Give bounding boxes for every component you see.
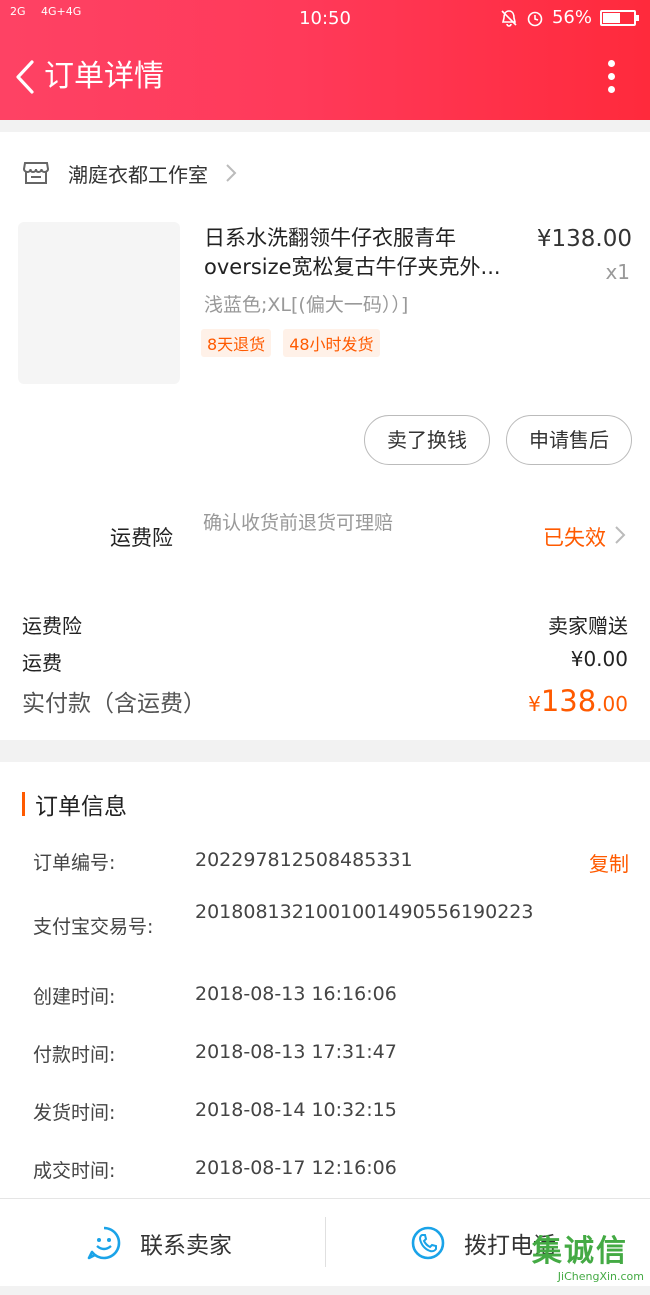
order-item-card: 潮庭衣都工作室 日系水洗翻领牛仔衣服青年oversize宽松复古牛仔夹克外...… bbox=[0, 132, 650, 740]
navbar: 订单详情 bbox=[0, 48, 650, 106]
service-tags: 8天退货 48小时发货 bbox=[201, 329, 380, 357]
info-row-completed: 成交时间: 2018-08-17 12:16:06 bbox=[33, 1156, 629, 1184]
info-value: 2018-08-17 12:16:06 bbox=[195, 1157, 397, 1179]
alarm-icon bbox=[527, 11, 543, 26]
sell-button[interactable]: 卖了换钱 bbox=[364, 415, 490, 465]
watermark-url: JiChengXin.com bbox=[557, 1270, 644, 1283]
insurance-label: 运费险 bbox=[110, 526, 173, 550]
insurance-status: 已失效 bbox=[543, 526, 606, 550]
shipping-insurance-row[interactable]: 运费险 确认收货前退货可理赔 已失效 bbox=[0, 504, 650, 564]
divider bbox=[325, 1217, 326, 1267]
total-integer: 138 bbox=[540, 684, 597, 718]
chevron-right-icon bbox=[615, 526, 626, 544]
bottom-bar: 联系卖家 拨打电话 集诚信 JiChengXin.com bbox=[0, 1198, 650, 1286]
order-info-title: 订单信息 bbox=[35, 794, 127, 820]
battery-icon bbox=[600, 9, 639, 26]
product-price: ¥138.00 bbox=[536, 226, 632, 252]
contact-seller-button[interactable]: 联系卖家 bbox=[86, 1199, 232, 1287]
info-row-alipay-id: 支付宝交易号: 2018081321001001490556190223 bbox=[33, 900, 629, 952]
total-row: 实付款（含运费） ¥138.00 bbox=[22, 684, 628, 718]
product-sku: 浅蓝色;XL[(偏大一码））] bbox=[204, 294, 409, 316]
info-label: 创建时间: bbox=[33, 986, 116, 1008]
shop-name: 潮庭衣都工作室 bbox=[68, 162, 208, 187]
product-title[interactable]: 日系水洗翻领牛仔衣服青年oversize宽松复古牛仔夹克外... bbox=[204, 224, 524, 282]
action-buttons: 卖了换钱 申请售后 bbox=[364, 415, 632, 465]
total-label: 实付款（含运费） bbox=[22, 691, 206, 717]
product-quantity: x1 bbox=[605, 260, 630, 284]
info-row-paid: 付款时间: 2018-08-13 17:31:47 bbox=[33, 1040, 629, 1068]
watermark-text: 集诚信 bbox=[532, 1234, 628, 1269]
fee-value: ¥0.00 bbox=[570, 647, 628, 671]
phone-icon bbox=[411, 1226, 445, 1260]
info-value: 2018081321001001490556190223 bbox=[195, 901, 534, 923]
contact-seller-label: 联系卖家 bbox=[140, 1233, 232, 1259]
accent-bar bbox=[22, 792, 25, 816]
fee-value: 卖家赠送 bbox=[548, 614, 628, 638]
page-title: 订单详情 bbox=[44, 59, 164, 94]
tag-shipping: 48小时发货 bbox=[283, 329, 380, 357]
header: 2G 4G+4G 10:50 56% 订单详情 bbox=[0, 0, 650, 120]
info-label: 付款时间: bbox=[33, 1044, 116, 1066]
more-vertical-icon[interactable] bbox=[606, 58, 616, 96]
copy-button[interactable]: 复制 bbox=[589, 848, 629, 877]
after-sale-button[interactable]: 申请售后 bbox=[506, 415, 632, 465]
tag-return: 8天退货 bbox=[201, 329, 272, 357]
shop-link[interactable]: 潮庭衣都工作室 bbox=[22, 156, 238, 190]
status-bar: 2G 4G+4G 10:50 56% bbox=[0, 0, 650, 36]
fee-row-insurance: 运费险 卖家赠送 bbox=[22, 610, 628, 639]
info-label: 订单编号: bbox=[33, 852, 116, 874]
order-info-card: 订单信息 订单编号: 202297812508485331 复制 支付宝交易号:… bbox=[0, 762, 650, 1198]
status-right: 56% bbox=[500, 7, 639, 28]
info-value: 2018-08-13 16:16:06 bbox=[195, 983, 397, 1005]
info-label: 成交时间: bbox=[33, 1160, 116, 1182]
back-button[interactable] bbox=[12, 58, 38, 96]
fee-label: 运费 bbox=[22, 651, 62, 675]
battery-percent: 56% bbox=[551, 7, 592, 28]
chevron-right-icon bbox=[226, 164, 237, 182]
product-image[interactable] bbox=[18, 222, 180, 384]
fee-label: 运费险 bbox=[22, 614, 82, 638]
watermark-logo: 集诚信 JiChengXin.com bbox=[532, 1226, 644, 1284]
info-value: 2018-08-13 17:31:47 bbox=[195, 1041, 397, 1063]
fee-row-shipping: 运费 ¥0.00 bbox=[22, 647, 628, 676]
info-value: 2018-08-14 10:32:15 bbox=[195, 1099, 397, 1121]
chat-smile-icon bbox=[87, 1226, 121, 1260]
mute-icon bbox=[501, 9, 517, 27]
info-label: 发货时间: bbox=[33, 1102, 116, 1124]
info-row-created: 创建时间: 2018-08-13 16:16:06 bbox=[33, 982, 629, 1010]
store-icon bbox=[22, 162, 50, 184]
total-amount: ¥138.00 bbox=[528, 684, 628, 718]
total-decimal: .00 bbox=[596, 692, 628, 716]
insurance-description: 确认收货前退货可理赔 bbox=[203, 512, 394, 534]
info-row-order-id: 订单编号: 202297812508485331 复制 bbox=[33, 848, 629, 876]
info-row-shipped: 发货时间: 2018-08-14 10:32:15 bbox=[33, 1098, 629, 1126]
order-info-header: 订单信息 bbox=[22, 790, 127, 820]
info-value: 202297812508485331 bbox=[195, 849, 413, 871]
info-label: 支付宝交易号: bbox=[33, 916, 154, 938]
total-currency: ¥ bbox=[528, 692, 541, 716]
